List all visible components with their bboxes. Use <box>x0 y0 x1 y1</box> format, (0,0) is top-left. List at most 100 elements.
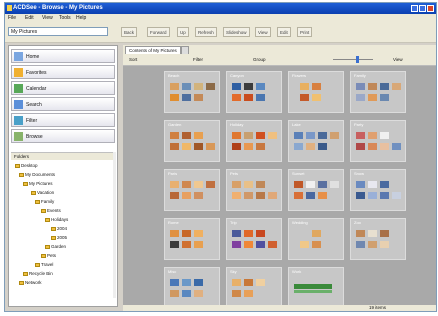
photo-thumb <box>232 192 241 199</box>
forward-button[interactable]: Forward <box>147 27 170 37</box>
menu-view[interactable]: View <box>42 15 53 21</box>
tab-secondary[interactable] <box>181 46 189 54</box>
edit-button[interactable]: Edit <box>277 27 291 37</box>
folder-thumbnail[interactable]: Misc <box>164 267 220 309</box>
menu-file[interactable]: File <box>8 15 16 21</box>
folder-thumbnail[interactable]: Pets <box>226 169 282 211</box>
folder-thumbnail[interactable]: Garden <box>164 120 220 162</box>
tree-node[interactable]: My Pictures <box>23 181 53 186</box>
folder-thumbnail[interactable]: Snow <box>350 169 406 211</box>
folder-thumbnail[interactable]: Holiday <box>226 120 282 162</box>
photo-thumb <box>182 83 191 90</box>
maximize-icon[interactable] <box>419 5 426 12</box>
search-icon <box>14 100 23 109</box>
print-button[interactable]: Print <box>297 27 313 37</box>
tree-scrollbar[interactable] <box>113 152 116 298</box>
tree-node[interactable]: Desktop <box>15 163 38 168</box>
folder-icon <box>23 181 28 186</box>
tree-node[interactable]: Travel <box>35 262 53 267</box>
filter-label[interactable]: Filter <box>193 57 203 62</box>
tree-node[interactable]: Network <box>19 280 42 285</box>
photo-thumb <box>170 241 179 248</box>
folder-icon <box>45 217 50 222</box>
folder-thumbnail[interactable]: Zoo <box>350 218 406 260</box>
zoom-slider[interactable] <box>333 56 373 63</box>
tree-node[interactable]: Recycle Bin <box>23 271 53 276</box>
folder-thumbnail[interactable]: Work <box>288 267 344 309</box>
nav-search[interactable]: Search <box>11 97 115 111</box>
photo-thumb <box>256 192 265 199</box>
folder-thumbnail[interactable]: Rome <box>164 218 220 260</box>
menu-tools[interactable]: Tools <box>59 15 71 21</box>
photo-thumb <box>244 230 253 237</box>
nav-filter[interactable]: Filter <box>11 113 115 127</box>
photo-thumb <box>318 181 327 188</box>
folder-thumbnail[interactable]: Canyon <box>226 71 282 113</box>
photo-thumb <box>380 241 389 248</box>
tree-node[interactable]: Garden <box>45 244 66 249</box>
photo-thumb <box>256 181 265 188</box>
photo-thumb <box>244 241 253 248</box>
view-button[interactable]: View <box>255 27 271 37</box>
tree-node[interactable]: Pets <box>41 253 56 258</box>
back-button[interactable]: Back <box>121 27 138 37</box>
nav-home[interactable]: Home <box>11 49 115 63</box>
view-label[interactable]: View <box>393 57 403 62</box>
photo-thumb <box>368 132 377 139</box>
folder-thumbnail[interactable]: Paris <box>164 169 220 211</box>
zoom-slider-knob[interactable] <box>355 56 359 63</box>
folder-thumbnail[interactable]: Sky <box>226 267 282 309</box>
refresh-button[interactable]: Refresh <box>195 27 217 37</box>
folder-thumbnail[interactable]: Flowers <box>288 71 344 113</box>
photo-thumb <box>244 181 253 188</box>
photo-thumb <box>256 279 265 286</box>
tree-node[interactable]: 2005 <box>51 235 67 240</box>
menu-edit[interactable]: Edit <box>25 15 34 21</box>
photo-thumb <box>294 143 303 150</box>
menu-help[interactable]: Help <box>76 15 86 21</box>
photo-thumb <box>368 94 377 101</box>
nav-favorites[interactable]: Favorites <box>11 65 115 79</box>
nav-browse[interactable]: Browse <box>11 129 115 143</box>
photo-thumb <box>368 241 377 248</box>
app-icon <box>7 5 12 11</box>
tree-node[interactable]: Family <box>35 199 54 204</box>
photo-thumb <box>206 83 215 90</box>
photo-thumb <box>194 279 203 286</box>
close-icon[interactable] <box>427 5 434 12</box>
tree-node[interactable]: Vacation <box>31 190 54 195</box>
slideshow-button[interactable]: Slideshow <box>223 27 250 37</box>
minimize-icon[interactable] <box>411 5 418 12</box>
photo-thumb <box>300 83 309 90</box>
folder-thumbnail[interactable]: Sunset <box>288 169 344 211</box>
sort-label[interactable]: Sort <box>129 57 137 62</box>
folder-thumbnail[interactable]: Family <box>350 71 406 113</box>
tab-contents[interactable]: Contents of My Pictures <box>125 46 181 54</box>
folder-thumbnail[interactable]: Trip <box>226 218 282 260</box>
tree-node[interactable]: My Documents <box>19 172 55 177</box>
home-icon <box>14 52 23 61</box>
tree-node[interactable]: 2004 <box>51 226 67 231</box>
nav-calendar[interactable]: Calendar <box>11 81 115 95</box>
photo-thumb <box>330 132 339 139</box>
address-input[interactable]: My Pictures <box>8 27 108 36</box>
folder-tree: Folders Desktop My Documents My Pictures… <box>11 152 115 301</box>
star-icon <box>14 68 23 77</box>
folder-thumbnail[interactable]: Wedding <box>288 218 344 260</box>
folder-thumbnail[interactable]: Lake <box>288 120 344 162</box>
tree-node[interactable]: Events <box>41 208 61 213</box>
folder-thumbnail[interactable]: Party <box>350 120 406 162</box>
nav-filter-label: Filter <box>26 118 38 124</box>
photo-thumb <box>330 181 339 188</box>
folder-thumbnail[interactable]: Beach <box>164 71 220 113</box>
tree-node[interactable]: Holidays <box>45 217 68 222</box>
up-button[interactable]: Up <box>177 27 189 37</box>
group-label[interactable]: Group <box>253 57 266 62</box>
photo-thumb <box>206 181 215 188</box>
photo-thumb <box>170 230 179 237</box>
view-options-bar: Sort Filter Group View <box>123 54 436 66</box>
photo-thumb <box>318 143 327 150</box>
photo-thumb <box>170 143 179 150</box>
photo-thumb <box>306 132 315 139</box>
photo-thumb <box>194 132 203 139</box>
